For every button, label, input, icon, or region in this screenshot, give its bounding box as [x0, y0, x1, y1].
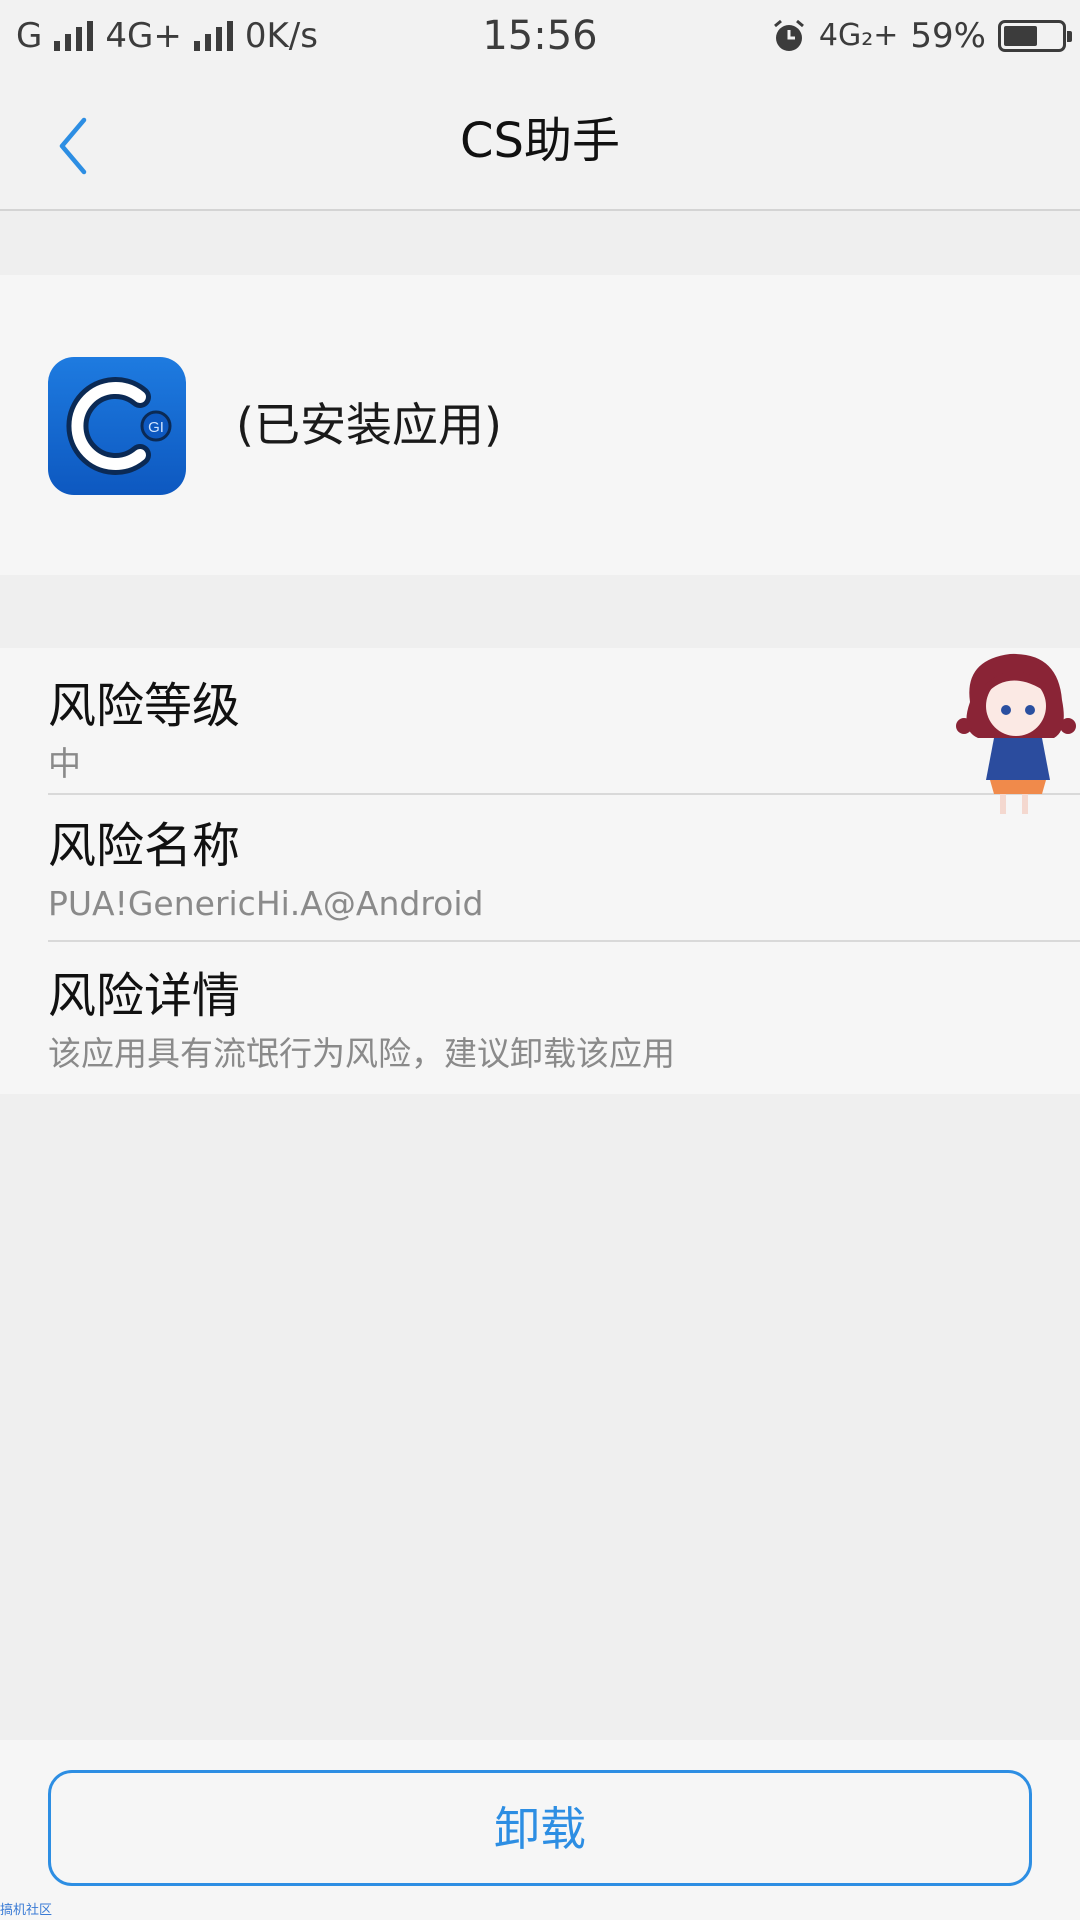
risk-info-list: 风险等级 中 风险名称 PUA!GenericHi.A@Android 风险详情… — [0, 648, 1080, 1094]
floating-mascot[interactable] — [950, 640, 1078, 820]
battery-percent: 59% — [910, 16, 986, 56]
risk-name-label: 风险名称 — [48, 818, 241, 874]
app-install-status: (已安装应用) — [236, 398, 502, 452]
risk-level-value: 中 — [48, 744, 81, 783]
network-type: 4G₂+ — [818, 18, 899, 53]
divider — [48, 793, 1080, 795]
risk-detail-value: 该应用具有流氓行为风险，建议卸载该应用 — [48, 1034, 675, 1073]
battery-icon — [998, 20, 1072, 52]
risk-name-row: 风险名称 PUA!GenericHi.A@Android — [48, 816, 1080, 926]
app-icon: GI — [48, 357, 186, 495]
risk-detail-row: 风险详情 该应用具有流氓行为风险，建议卸载该应用 — [48, 966, 1080, 1076]
bottom-action-bar: 卸载 — [0, 1740, 1080, 1920]
status-right: 4G₂+ 59% — [771, 14, 1072, 58]
risk-level-label: 风险等级 — [48, 678, 241, 734]
watermark: 搞机社区 — [0, 1903, 53, 1918]
battery-fill — [1004, 26, 1037, 46]
divider — [48, 940, 1080, 942]
app-header: GI (已安装应用) — [0, 275, 1080, 575]
navigation-bar: CS助手 — [0, 74, 1080, 211]
page-title: CS助手 — [460, 113, 620, 169]
mascot-icon — [956, 653, 1076, 814]
app-icon-badge: GI — [148, 419, 164, 436]
back-button[interactable] — [44, 104, 114, 184]
status-bar: G 4G+ 0K/s 15:56 4G₂+ 59% — [0, 0, 1080, 74]
app-logo-icon: GI — [66, 377, 172, 475]
risk-level-row: 风险等级 中 — [48, 676, 1080, 786]
chevron-left-icon — [59, 117, 87, 175]
risk-detail-label: 风险详情 — [48, 968, 241, 1024]
uninstall-button[interactable]: 卸载 — [48, 1770, 1032, 1886]
alarm-icon — [773, 19, 804, 51]
risk-name-value: PUA!GenericHi.A@Android — [48, 884, 484, 923]
